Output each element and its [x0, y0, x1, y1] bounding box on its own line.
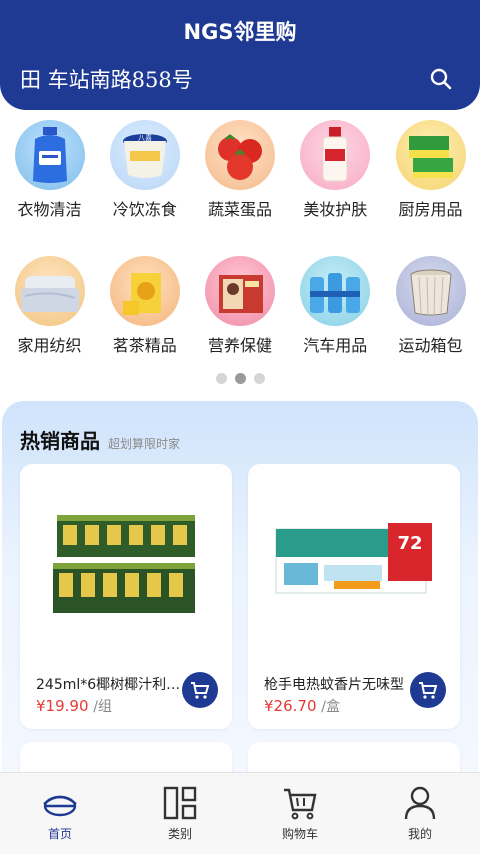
category-label: 汽车用品: [303, 336, 368, 355]
tea-icon: [109, 256, 180, 326]
category-label: 厨房用品: [398, 200, 463, 219]
tab-label: 类别: [167, 827, 192, 841]
product-name: 245ml*6椰树椰汁利乐包: [36, 677, 186, 693]
category-health[interactable]: 营养保健: [193, 256, 288, 356]
category-frozen[interactable]: 八喜 冷饮冻食: [97, 120, 192, 220]
tab-cart[interactable]: 购物车: [240, 773, 360, 854]
tab-label: 我的: [407, 827, 432, 841]
address-bar[interactable]: 田 车站南路858号: [20, 62, 460, 96]
tab-home[interactable]: 首页: [0, 773, 120, 854]
category-label: 冷饮冻食: [112, 200, 177, 219]
category-sports[interactable]: 运动箱包: [383, 256, 478, 356]
product-price: ¥19.90 /组: [36, 696, 112, 716]
category-vegetables[interactable]: 蔬菜蛋品: [193, 120, 288, 220]
add-to-cart-button[interactable]: [182, 672, 218, 708]
detergent-icon: [14, 120, 85, 190]
category-label: 衣物清洁: [17, 200, 82, 219]
user-icon: [400, 785, 440, 821]
search-icon[interactable]: [428, 66, 454, 92]
product-price: ¥26.70 /盒: [264, 696, 340, 716]
basket-icon: [395, 256, 466, 326]
category-icon: [160, 785, 200, 821]
product-name: 枪手电热蚊香片无味型: [264, 677, 404, 693]
water-bottle-icon: [300, 256, 371, 326]
mosquito-repellent-image: 72: [248, 464, 460, 664]
bottom-tab-bar: 首页 类别 购物车 我的: [0, 772, 480, 854]
page-indicator: [0, 373, 480, 384]
tab-profile[interactable]: 我的: [360, 773, 480, 854]
price-unit: /组: [93, 699, 112, 715]
svg-text:八喜: 八喜: [138, 133, 152, 142]
cart-icon: [419, 682, 438, 699]
category-laundry[interactable]: 衣物清洁: [2, 120, 97, 220]
header: NGS邻里购 田 车站南路858号: [0, 0, 480, 110]
address-text[interactable]: 田 车站南路858号: [20, 64, 193, 94]
bedding-icon: [14, 256, 85, 326]
category-tea[interactable]: 茗茶精品: [97, 256, 192, 356]
section-subtitle: 超划算限时家: [108, 437, 181, 451]
health-box-icon: [205, 256, 275, 326]
category-label: 蔬菜蛋品: [207, 200, 272, 219]
tab-category[interactable]: 类别: [120, 773, 240, 854]
lotion-icon: [300, 120, 371, 190]
category-kitchen[interactable]: 厨房用品: [383, 120, 478, 220]
category-label: 美妆护肤: [303, 200, 368, 219]
price-value: ¥26.70: [264, 697, 317, 715]
tab-label: 首页: [47, 827, 72, 841]
category-label: 营养保健: [207, 336, 272, 355]
tab-label: 购物车: [281, 827, 318, 841]
page-dot-active[interactable]: [234, 373, 246, 384]
home-icon: [40, 785, 80, 821]
coconut-juice-image: [20, 464, 232, 664]
category-grid: 衣物清洁 八喜 冷饮冻食 蔬菜蛋品 美妆护肤 厨房用品 家用纺织 茗茶精品 营养…: [0, 120, 480, 356]
add-to-cart-button[interactable]: [410, 672, 446, 708]
cart-icon: [280, 785, 320, 821]
tomato-icon: [205, 120, 275, 190]
category-label: 家用纺织: [17, 336, 82, 355]
svg-text:72: 72: [397, 533, 422, 554]
product-card[interactable]: 72 枪手电热蚊香片无味型 ¥26.70 /盒: [248, 464, 460, 729]
category-textile[interactable]: 家用纺织: [2, 256, 97, 356]
cart-icon: [191, 682, 210, 699]
page-dot[interactable]: [215, 373, 227, 384]
page-dot[interactable]: [253, 373, 265, 384]
section-header: 热销商品 超划算限时家: [20, 425, 180, 454]
category-car[interactable]: 汽车用品: [288, 256, 383, 356]
category-label: 运动箱包: [398, 336, 463, 355]
product-card[interactable]: 245ml*6椰树椰汁利乐包 ¥19.90 /组: [20, 464, 232, 729]
category-beauty[interactable]: 美妆护肤: [288, 120, 383, 220]
sponge-icon: [395, 120, 466, 190]
app-title: NGS邻里购: [183, 20, 297, 44]
ice-cream-icon: 八喜: [109, 120, 180, 190]
category-label: 茗茶精品: [112, 336, 177, 355]
hot-products-section: 热销商品 超划算限时家 245ml*6椰树椰汁利乐包 ¥19.90 /组 72 …: [2, 401, 478, 802]
price-unit: /盒: [321, 699, 340, 715]
price-value: ¥19.90: [36, 697, 89, 715]
section-title: 热销商品: [20, 429, 100, 453]
